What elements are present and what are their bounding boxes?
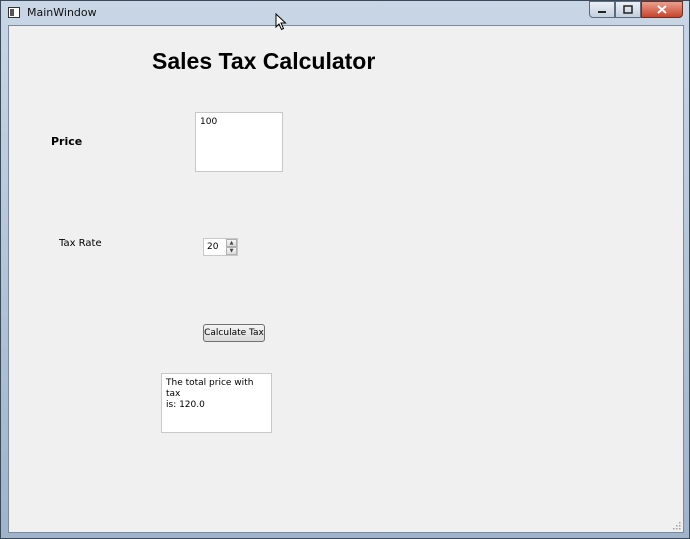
result-line-1: The total price with tax	[166, 378, 254, 399]
app-icon[interactable]	[8, 7, 20, 18]
maximize-icon	[623, 5, 633, 14]
title-bar[interactable]: MainWindow	[1, 1, 689, 25]
tax-rate-spinbox[interactable]: 20 ▲ ▼	[203, 238, 238, 256]
main-window: MainWindow Sales Tax Calculator Price 10…	[0, 0, 690, 539]
mouse-cursor-icon	[275, 13, 287, 31]
spin-down-button[interactable]: ▼	[226, 247, 237, 255]
result-output[interactable]: The total price with tax is: 120.0	[161, 373, 272, 433]
close-icon	[657, 5, 667, 14]
resize-grip-icon[interactable]	[673, 522, 681, 530]
close-button[interactable]	[641, 1, 683, 18]
spin-up-icon: ▲	[229, 239, 234, 246]
client-area: Sales Tax Calculator Price 100 Tax Rate …	[8, 25, 684, 533]
price-label: Price	[51, 135, 83, 148]
window-title: MainWindow	[27, 6, 97, 19]
minimize-icon	[598, 10, 606, 13]
page-title: Sales Tax Calculator	[152, 48, 376, 74]
tax-rate-label: Tax Rate	[59, 238, 102, 249]
tax-rate-value[interactable]: 20	[207, 242, 218, 252]
spin-buttons: ▲ ▼	[226, 239, 237, 255]
result-line-2: is: 120.0	[166, 400, 205, 410]
window-controls	[589, 1, 683, 19]
calculate-tax-button[interactable]: Calculate Tax	[203, 324, 265, 342]
maximize-button[interactable]	[615, 1, 641, 18]
price-input[interactable]: 100	[195, 112, 283, 172]
spin-up-button[interactable]: ▲	[226, 239, 237, 247]
spin-down-icon: ▼	[229, 247, 234, 254]
minimize-button[interactable]	[589, 1, 615, 18]
